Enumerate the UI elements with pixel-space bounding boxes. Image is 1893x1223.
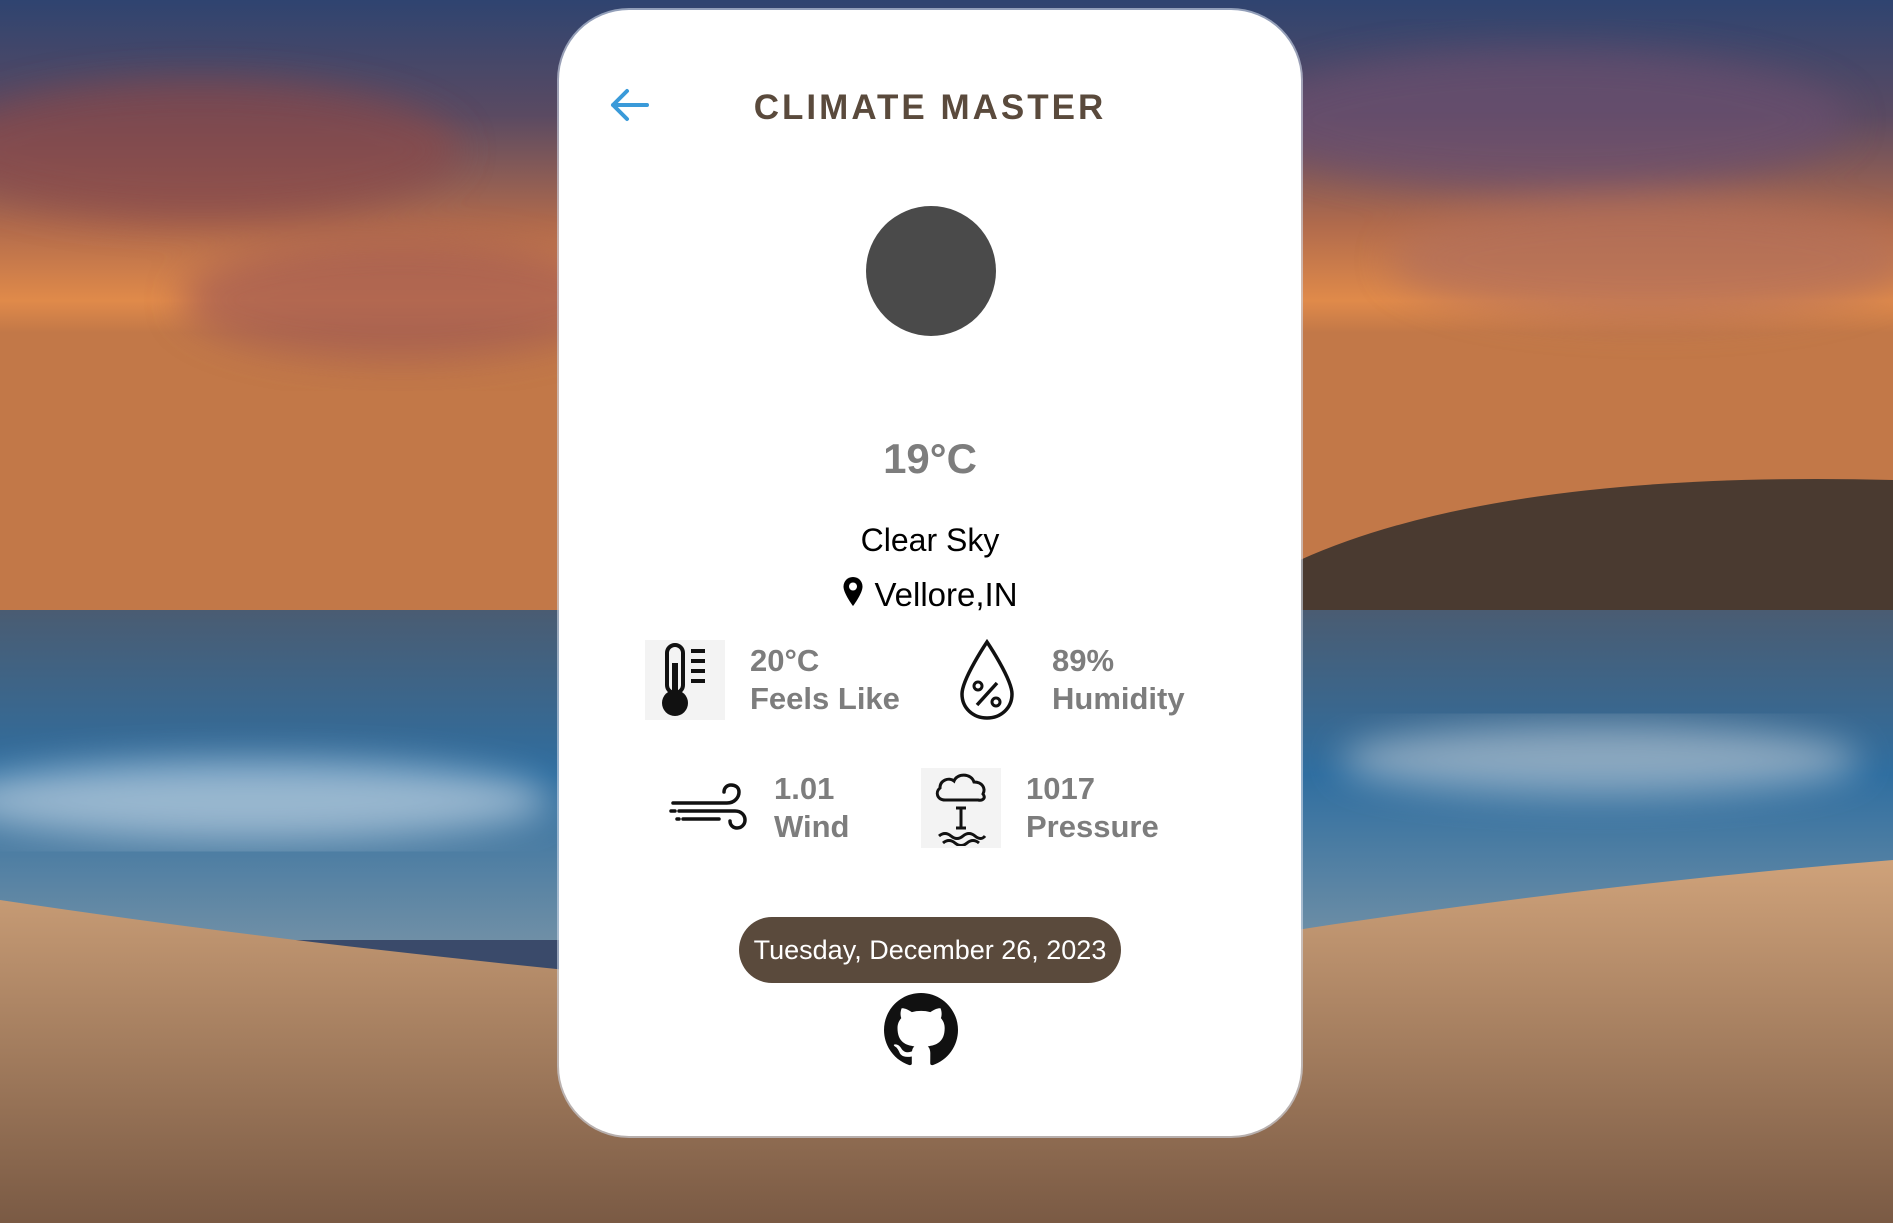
- wind-icon: [669, 768, 749, 848]
- feels-like-value: 20°C: [750, 643, 820, 678]
- location-pin-icon: [843, 577, 863, 606]
- date-badge: Tuesday, December 26, 2023: [739, 917, 1121, 983]
- feels-like-stat: 20°C Feels Like: [645, 640, 900, 720]
- humidity-label: Humidity: [1052, 681, 1185, 716]
- wind-label: Wind: [774, 809, 850, 844]
- wind-value: 1.01: [774, 771, 835, 806]
- location-text: Vellore,IN: [874, 576, 1018, 613]
- wind-stat: 1.01 Wind: [669, 768, 849, 848]
- feels-like-label: Feels Like: [750, 681, 900, 716]
- pressure-label: Pressure: [1026, 809, 1159, 844]
- weather-condition-icon: [866, 206, 996, 336]
- app-title: CLIMATE MASTER: [753, 88, 1107, 127]
- pressure-stat: 1017 Pressure: [921, 768, 1159, 848]
- pressure-cloud-icon: [921, 768, 1001, 848]
- location: Vellore,IN: [559, 576, 1301, 614]
- thermometer-icon: [645, 640, 725, 720]
- humidity-drop-icon: [947, 639, 1027, 720]
- humidity-stat: 89% Humidity: [947, 639, 1185, 720]
- weather-card: CLIMATE MASTER 19°C Clear Sky Vellore,IN…: [559, 10, 1301, 1136]
- weather-description: Clear Sky: [860, 522, 1000, 558]
- github-icon[interactable]: [884, 993, 958, 1067]
- temperature-value: 19°C: [883, 435, 977, 482]
- pressure-value: 1017: [1026, 771, 1095, 806]
- humidity-value: 89%: [1052, 643, 1115, 678]
